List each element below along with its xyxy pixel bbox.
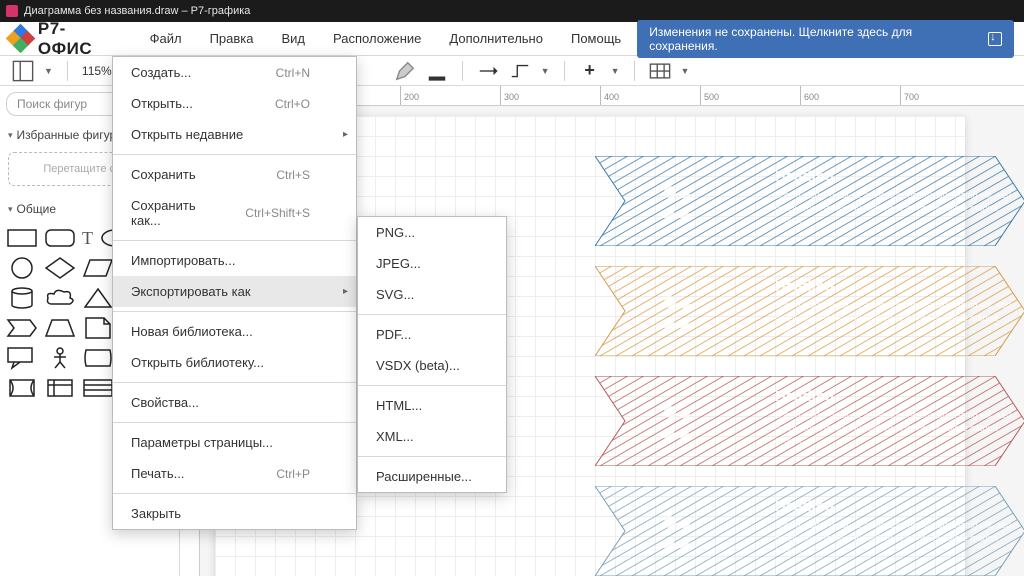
brand-logo: Р7-ОФИС — [10, 19, 120, 59]
banner-1[interactable]: Heading Lorem ipsum dolor sit amet, cons… — [595, 266, 1024, 356]
menu-item[interactable]: Открыть библиотеку... — [113, 347, 356, 378]
menu-item[interactable]: СохранитьCtrl+S — [113, 159, 356, 190]
table-icon[interactable] — [649, 60, 671, 82]
banner-icon — [655, 508, 699, 552]
menu-item[interactable]: Закрыть — [113, 498, 356, 529]
shape-cylinder[interactable] — [6, 286, 38, 310]
menu-item[interactable]: HTML... — [358, 390, 506, 421]
shape-circle[interactable] — [6, 256, 38, 280]
menu-item[interactable]: Расширенные... — [358, 461, 506, 492]
waypoint-icon[interactable] — [509, 60, 531, 82]
menu-вид[interactable]: Вид — [270, 25, 318, 52]
shape-callout[interactable] — [6, 346, 38, 370]
menu-дополнительно[interactable]: Дополнительно — [437, 25, 555, 52]
menu-расположение[interactable]: Расположение — [321, 25, 433, 52]
banner-2[interactable]: Heading Lorem ipsum dolor sit amet, cons… — [595, 376, 1024, 466]
window-titlebar: Диаграмма без названия.draw – P7-графика — [0, 0, 1024, 22]
pencil-icon[interactable] — [394, 60, 416, 82]
menu-помощь[interactable]: Помощь — [559, 25, 633, 52]
shape-rect[interactable] — [6, 226, 38, 250]
connector-icon[interactable] — [477, 60, 499, 82]
menu-item[interactable]: Новая библиотека... — [113, 316, 356, 347]
save-banner-text: Изменения не сохранены. Щелкните здесь д… — [649, 25, 982, 53]
menu-item[interactable]: Свойства... — [113, 387, 356, 418]
banner-body: Lorem ipsum dolor sit amet, consectetur … — [775, 299, 1015, 337]
line-color-icon[interactable] — [426, 60, 448, 82]
banner-body: Lorem ipsum dolor sit amet, consectetur … — [775, 409, 1015, 447]
plus-icon[interactable]: + — [579, 60, 601, 82]
banner-heading: Heading — [775, 168, 1015, 185]
shape-trapezoid[interactable] — [44, 316, 76, 340]
file-menu-dropdown: Создать...Ctrl+NОткрыть...Ctrl+OОткрыть … — [112, 56, 357, 530]
shape-data[interactable] — [6, 376, 38, 400]
shape-roundrect[interactable] — [44, 226, 76, 250]
banner-body: Lorem ipsum dolor sit amet, consectetur … — [775, 519, 1015, 557]
logo-icon — [10, 28, 32, 50]
banner-0[interactable]: Heading Lorem ipsum dolor sit amet, cons… — [595, 156, 1024, 246]
shape-cloud[interactable] — [44, 286, 76, 310]
menu-item[interactable]: JPEG... — [358, 248, 506, 279]
menu-item[interactable]: XML... — [358, 421, 506, 452]
shape-step[interactable] — [6, 316, 38, 340]
app-icon — [6, 5, 18, 17]
shape-triangle[interactable] — [82, 286, 114, 310]
menubar: Р7-ОФИС ФайлПравкаВидРасположениеДополни… — [0, 22, 1024, 56]
shape-diamond[interactable] — [44, 256, 76, 280]
window-title: Диаграмма без названия.draw – P7-графика — [24, 5, 250, 17]
banner-3[interactable]: Heading Lorem ipsum dolor sit amet, cons… — [595, 486, 1024, 576]
menu-item[interactable]: Импортировать... — [113, 245, 356, 276]
menu-item[interactable]: Сохранить как...Ctrl+Shift+S — [113, 190, 356, 236]
menu-item[interactable]: Открыть...Ctrl+O — [113, 88, 356, 119]
menu-item[interactable]: Открыть недавние▸ — [113, 119, 356, 150]
export-submenu: PNG...JPEG...SVG... PDF...VSDX (beta)... H… — [357, 216, 507, 493]
menu-item[interactable]: Создать...Ctrl+N — [113, 57, 356, 88]
save-banner[interactable]: Изменения не сохранены. Щелкните здесь д… — [637, 20, 1014, 58]
menu-item[interactable]: PDF... — [358, 319, 506, 350]
shape-internal[interactable] — [44, 376, 76, 400]
shape-actor[interactable] — [44, 346, 76, 370]
menu-item[interactable]: Экспортировать как▸ — [113, 276, 356, 307]
banner-icon — [655, 288, 699, 332]
text-shape[interactable]: T — [82, 228, 93, 249]
download-icon — [988, 32, 1002, 46]
menu-правка[interactable]: Правка — [198, 25, 266, 52]
shape-note[interactable] — [82, 316, 114, 340]
banner-heading: Heading — [775, 388, 1015, 405]
brand-name: Р7-ОФИС — [38, 19, 120, 59]
shape-list[interactable] — [82, 376, 114, 400]
banner-body: Lorem ipsum dolor sit amet, consectetur … — [775, 189, 1015, 227]
banner-icon — [655, 398, 699, 442]
shape-parallelogram[interactable] — [82, 256, 114, 280]
shape-folded[interactable] — [82, 346, 114, 370]
layout-icon[interactable] — [12, 60, 34, 82]
menu-файл[interactable]: Файл — [138, 25, 194, 52]
banner-heading: Heading — [775, 278, 1015, 295]
menu-item[interactable]: VSDX (beta)... — [358, 350, 506, 381]
menu-item[interactable]: Параметры страницы... — [113, 427, 356, 458]
banner-heading: Heading — [775, 498, 1015, 515]
menu-item[interactable]: PNG... — [358, 217, 506, 248]
menu-item[interactable]: Печать...Ctrl+P — [113, 458, 356, 489]
banner-icon — [655, 178, 699, 222]
menu-item[interactable]: SVG... — [358, 279, 506, 310]
